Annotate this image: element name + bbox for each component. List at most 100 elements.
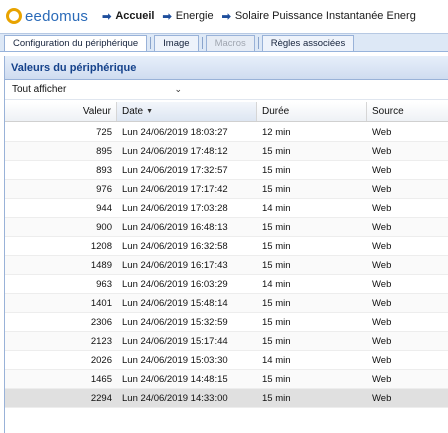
filter-select[interactable]: Tout afficher ⌄: [9, 82, 185, 98]
cell-date: Lun 24/06/2019 17:48:12: [122, 145, 228, 157]
cell-duration: 15 min: [262, 240, 291, 252]
table-row[interactable]: 963 Lun 24/06/2019 16:03:29 14 min Web: [5, 275, 448, 294]
cell-source: Web: [372, 278, 392, 290]
cell-duration: 14 min: [262, 354, 291, 366]
cell-source: Web: [372, 164, 392, 176]
table-row[interactable]: 1208 Lun 24/06/2019 16:32:58 15 min Web: [5, 237, 448, 256]
cell-duration: 14 min: [262, 202, 291, 214]
logo-text: eedomus: [25, 7, 89, 25]
grid-header: Valeur Date ▼ Durée Source: [5, 102, 448, 122]
table-row[interactable]: 900 Lun 24/06/2019 16:48:13 15 min Web: [5, 218, 448, 237]
cell-value: 2026: [90, 354, 112, 366]
table-row[interactable]: 944 Lun 24/06/2019 17:03:28 14 min Web: [5, 199, 448, 218]
cell-value: 1465: [90, 373, 112, 385]
cell-duration: 15 min: [262, 259, 291, 271]
cell-date: Lun 24/06/2019 16:48:13: [122, 221, 228, 233]
sort-desc-icon: ▼: [146, 108, 154, 115]
cell-source: Web: [372, 145, 392, 157]
cell-source: Web: [372, 316, 392, 328]
cell-date: Lun 24/06/2019 17:03:28: [122, 202, 228, 214]
device-values-panel: Valeurs du périphérique Tout afficher ⌄ …: [4, 56, 448, 433]
cell-value: 1489: [90, 259, 112, 271]
column-header-label: Valeur: [82, 106, 111, 117]
arrow-right-icon: ➡: [162, 10, 172, 23]
tab-configuration[interactable]: Configuration du périphérique: [4, 35, 148, 51]
cell-duration: 15 min: [262, 221, 291, 233]
chevron-down-icon: ⌄: [174, 84, 182, 94]
breadcrumb-label: Solaire Puissance Instantanée Energ: [234, 10, 416, 22]
eedomus-logo[interactable]: eedomus: [6, 8, 88, 25]
table-row[interactable]: 725 Lun 24/06/2019 18:03:27 12 min Web: [5, 123, 448, 142]
cell-date: Lun 24/06/2019 14:33:00: [122, 392, 228, 404]
cell-date: Lun 24/06/2019 15:03:30: [122, 354, 228, 366]
cell-value: 1208: [90, 240, 112, 252]
breadcrumb-label: Energie: [175, 10, 214, 22]
tab-regles-associees[interactable]: Règles associées: [261, 35, 355, 51]
cell-date: Lun 24/06/2019 16:32:58: [122, 240, 228, 252]
cell-duration: 15 min: [262, 392, 291, 404]
cell-source: Web: [372, 392, 392, 404]
table-row[interactable]: 2306 Lun 24/06/2019 15:32:59 15 min Web: [5, 313, 448, 332]
cell-date: Lun 24/06/2019 16:03:29: [122, 278, 228, 290]
cell-value: 1401: [90, 297, 112, 309]
column-header-label: Source: [372, 106, 404, 117]
column-header-source[interactable]: Source: [367, 102, 448, 121]
table-row[interactable]: 1465 Lun 24/06/2019 14:48:15 15 min Web: [5, 370, 448, 389]
arrow-right-icon: ➡: [221, 10, 231, 23]
cell-value: 725: [96, 126, 112, 138]
table-row[interactable]: 2294 Lun 24/06/2019 14:33:00 15 min Web: [5, 389, 448, 408]
panel-header: Valeurs du périphérique: [5, 56, 448, 80]
cell-duration: 14 min: [262, 278, 291, 290]
table-row[interactable]: 1401 Lun 24/06/2019 15:48:14 15 min Web: [5, 294, 448, 313]
cell-value: 2123: [90, 335, 112, 347]
cell-value: 976: [96, 183, 112, 195]
cell-source: Web: [372, 259, 392, 271]
cell-duration: 15 min: [262, 145, 291, 157]
table-row[interactable]: 1489 Lun 24/06/2019 16:17:43 15 min Web: [5, 256, 448, 275]
breadcrumb-device[interactable]: ➡ Solaire Puissance Instantanée Energ: [222, 10, 416, 23]
cell-date: Lun 24/06/2019 15:48:14: [122, 297, 228, 309]
cell-source: Web: [372, 202, 392, 214]
cell-value: 893: [96, 164, 112, 176]
tab-macros: Macros: [205, 35, 255, 51]
cell-date: Lun 24/06/2019 17:17:42: [122, 183, 228, 195]
cell-duration: 15 min: [262, 297, 291, 309]
cell-duration: 15 min: [262, 335, 291, 347]
table-row[interactable]: 976 Lun 24/06/2019 17:17:42 15 min Web: [5, 180, 448, 199]
cell-source: Web: [372, 221, 392, 233]
cell-value: 895: [96, 145, 112, 157]
cell-source: Web: [372, 183, 392, 195]
table-row[interactable]: 893 Lun 24/06/2019 17:32:57 15 min Web: [5, 161, 448, 180]
cell-source: Web: [372, 373, 392, 385]
tab-separator: [201, 36, 203, 49]
top-bar: eedomus ➡ Accueil ➡ Energie ➡ Solaire Pu…: [0, 0, 448, 32]
logo-ring-icon: [6, 8, 22, 24]
column-header-date[interactable]: Date ▼: [117, 102, 257, 121]
cell-value: 2306: [90, 316, 112, 328]
tab-strip: Configuration du périphérique Image Macr…: [0, 33, 448, 52]
table-row[interactable]: 2123 Lun 24/06/2019 15:17:44 15 min Web: [5, 332, 448, 351]
cell-source: Web: [372, 297, 392, 309]
cell-date: Lun 24/06/2019 15:17:44: [122, 335, 228, 347]
table-row[interactable]: 2026 Lun 24/06/2019 15:03:30 14 min Web: [5, 351, 448, 370]
column-header-label: Durée: [262, 106, 290, 117]
cell-date: Lun 24/06/2019 16:17:43: [122, 259, 228, 271]
column-header-label: Date: [122, 106, 144, 117]
arrow-right-icon: ➡: [102, 10, 112, 23]
column-header-duration[interactable]: Durée: [257, 102, 367, 121]
cell-source: Web: [372, 126, 392, 138]
breadcrumb-label: Accueil: [115, 10, 155, 22]
filter-row: Tout afficher ⌄: [5, 80, 448, 100]
breadcrumb-energie[interactable]: ➡ Energie: [162, 10, 213, 23]
tab-separator: [257, 36, 259, 49]
table-row[interactable]: 895 Lun 24/06/2019 17:48:12 15 min Web: [5, 142, 448, 161]
breadcrumb-accueil[interactable]: ➡ Accueil: [102, 10, 154, 23]
column-header-value[interactable]: Valeur: [5, 102, 117, 121]
cell-value: 944: [96, 202, 112, 214]
cell-date: Lun 24/06/2019 15:32:59: [122, 316, 228, 328]
cell-value: 900: [96, 221, 112, 233]
tab-separator: [150, 36, 152, 49]
cell-source: Web: [372, 240, 392, 252]
tab-image[interactable]: Image: [154, 35, 199, 51]
panel-title: Valeurs du périphérique: [11, 61, 137, 74]
